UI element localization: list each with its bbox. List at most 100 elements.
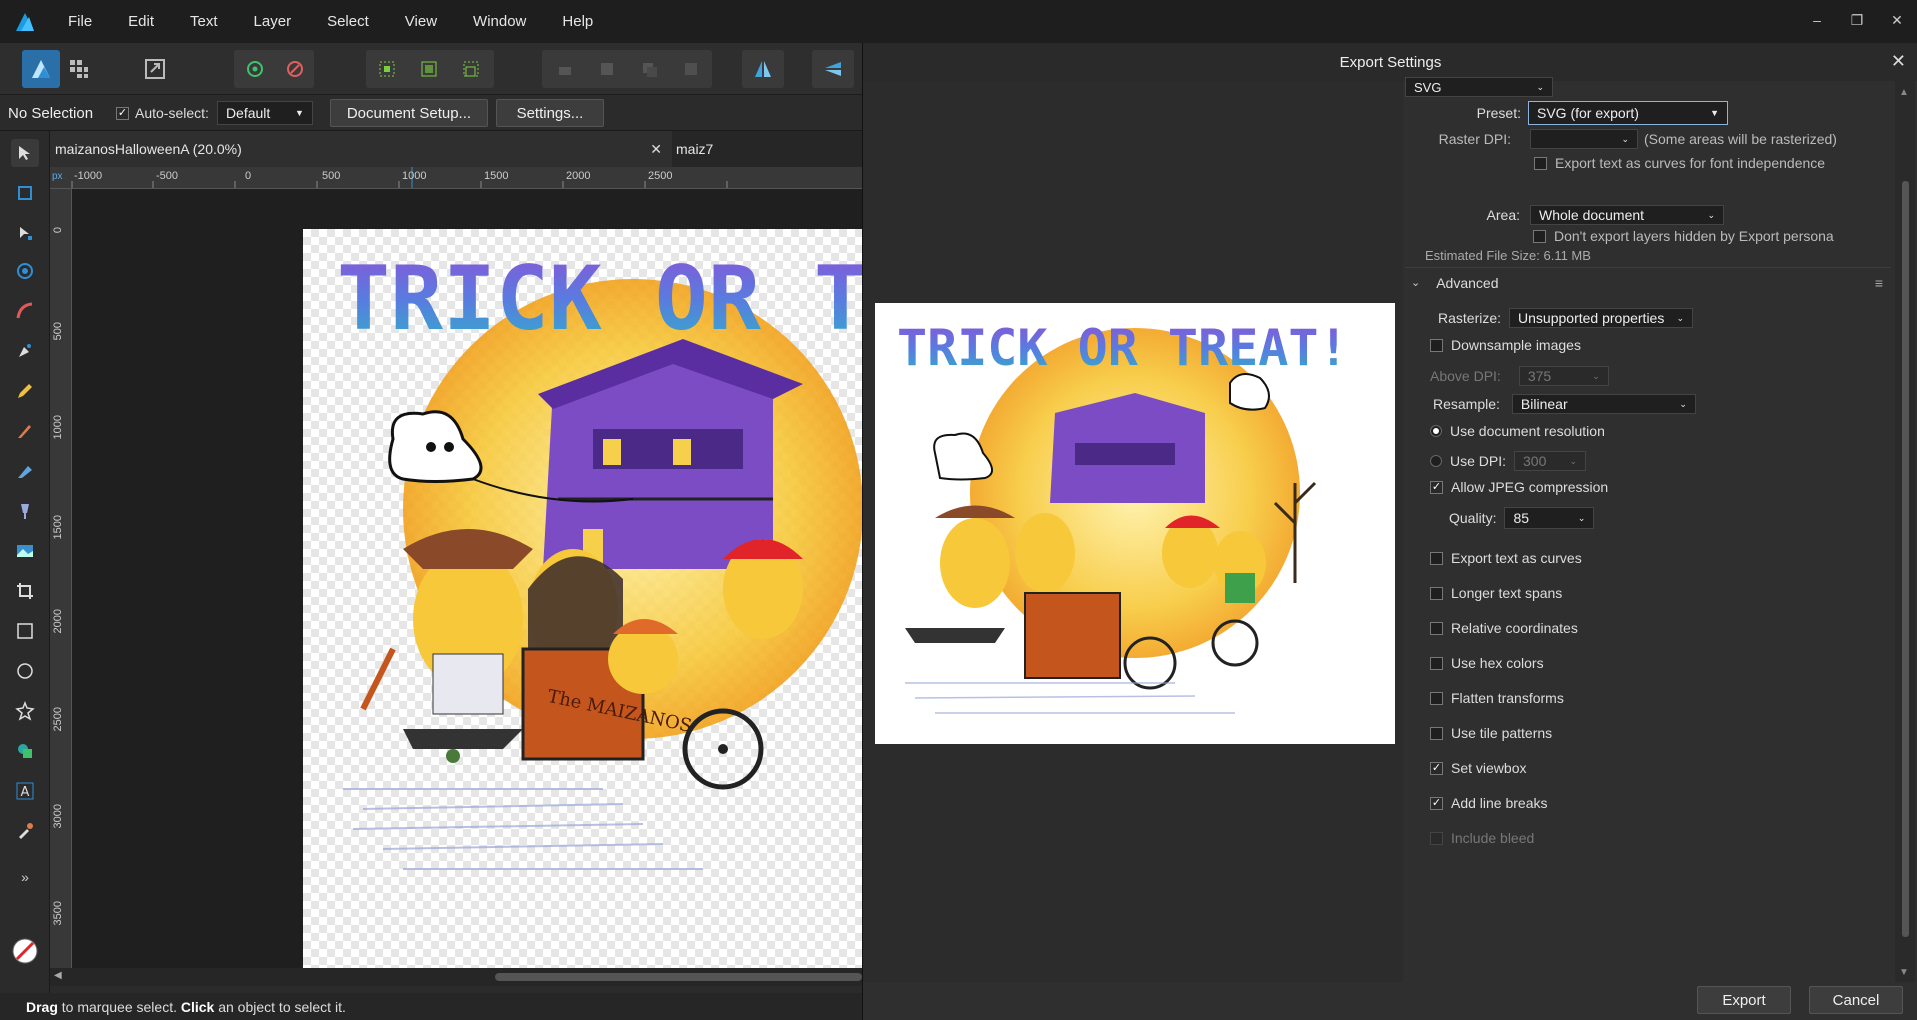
select-intersect-icon[interactable] bbox=[410, 50, 448, 88]
cancel-button[interactable]: Cancel bbox=[1809, 986, 1903, 1014]
area-dropdown[interactable]: Whole document ⌄ bbox=[1530, 205, 1724, 225]
maximize-button[interactable]: ❐ bbox=[1837, 0, 1877, 43]
vertical-ruler[interactable]: 0 500 1000 1500 2000 2500 3000 3500 bbox=[50, 189, 72, 969]
pixel-persona-icon[interactable] bbox=[60, 50, 98, 88]
ruler-h-label: 1000 bbox=[402, 170, 427, 182]
horizontal-scrollbar[interactable]: ◀ bbox=[50, 968, 862, 986]
flip-horizontal-icon[interactable] bbox=[744, 50, 782, 88]
use-dpi-input[interactable]: 300 ⌄ bbox=[1514, 451, 1587, 471]
format-dropdown[interactable]: SVG ⌄ bbox=[1405, 77, 1553, 97]
document-setup-button[interactable]: Document Setup... bbox=[329, 99, 488, 127]
advanced-section-header[interactable]: ⌄ Advanced ≡ bbox=[1405, 267, 1891, 297]
option-checkbox[interactable] bbox=[1430, 726, 1443, 740]
menu-edit[interactable]: Edit bbox=[110, 0, 172, 43]
dont-export-hidden-checkbox[interactable] bbox=[1533, 229, 1546, 243]
option-checkbox[interactable]: ✓ bbox=[1430, 796, 1443, 810]
above-dpi-input[interactable]: 375 ⌄ bbox=[1518, 366, 1609, 386]
menu-help[interactable]: Help bbox=[544, 0, 611, 43]
rasterize-dropdown[interactable]: Unsupported properties ⌄ bbox=[1509, 308, 1694, 328]
scroll-thumb[interactable] bbox=[495, 973, 862, 981]
move-forward-icon[interactable] bbox=[588, 50, 626, 88]
close-window-button[interactable]: ✕ bbox=[1877, 0, 1917, 43]
designer-persona-icon[interactable] bbox=[22, 50, 60, 88]
fill-tool-icon[interactable] bbox=[11, 457, 39, 485]
tab-maizanos-halloween[interactable]: maizanosHalloweenA (20.0%) ✕ bbox=[50, 131, 672, 167]
shape-builder-icon[interactable] bbox=[11, 737, 39, 765]
node-tool-icon[interactable] bbox=[11, 219, 39, 247]
option-label: Use hex colors bbox=[1451, 655, 1544, 671]
option-longer-text-spans: Longer text spans bbox=[1430, 585, 1562, 601]
option-checkbox[interactable]: ✓ bbox=[1430, 761, 1443, 775]
quality-dropdown[interactable]: 85 ⌄ bbox=[1504, 507, 1595, 529]
scroll-left-icon[interactable]: ◀ bbox=[54, 970, 62, 981]
flip-vertical-icon[interactable] bbox=[814, 50, 852, 88]
menu-view[interactable]: View bbox=[387, 0, 455, 43]
tab-close-icon[interactable]: ✕ bbox=[650, 141, 662, 158]
more-tools-icon[interactable]: » bbox=[11, 863, 39, 891]
select-inside-icon[interactable] bbox=[368, 50, 406, 88]
export-persona-icon[interactable] bbox=[136, 50, 174, 88]
option-checkbox[interactable] bbox=[1430, 691, 1443, 705]
menu-text[interactable]: Text bbox=[172, 0, 236, 43]
fill-swatch-icon[interactable] bbox=[11, 937, 39, 965]
crop-tool-icon[interactable] bbox=[11, 577, 39, 605]
scroll-thumb[interactable] bbox=[1902, 181, 1909, 937]
menu-file[interactable]: File bbox=[50, 0, 110, 43]
resample-dropdown[interactable]: Bilinear ⌄ bbox=[1511, 394, 1696, 414]
downsample-checkbox[interactable] bbox=[1430, 338, 1443, 352]
use-dpi-radio[interactable] bbox=[1430, 455, 1442, 467]
settings-button[interactable]: Settings... bbox=[495, 99, 604, 127]
area-row: Area: Whole document ⌄ bbox=[1405, 205, 1724, 225]
pencil-tool-icon[interactable] bbox=[11, 377, 39, 405]
option-checkbox[interactable] bbox=[1430, 831, 1443, 845]
autoselect-dropdown[interactable]: Default ▼ bbox=[216, 101, 313, 125]
option-checkbox[interactable] bbox=[1430, 621, 1443, 635]
export-text-curves-font-checkbox[interactable] bbox=[1534, 156, 1547, 170]
autoselect-checkbox[interactable]: ✓ bbox=[116, 106, 129, 120]
menu-layer[interactable]: Layer bbox=[236, 0, 310, 43]
contour-tool-icon[interactable] bbox=[11, 257, 39, 285]
chevron-down-icon: ⌄ bbox=[1592, 370, 1600, 381]
vector-brush-icon[interactable] bbox=[11, 417, 39, 445]
transparency-tool-icon[interactable] bbox=[11, 497, 39, 525]
artboard[interactable]: TRICK OR TREAT! bbox=[303, 229, 862, 968]
document-canvas[interactable]: TRICK OR TREAT! bbox=[72, 189, 862, 968]
ellipse-tool-icon[interactable] bbox=[11, 657, 39, 685]
color-picker-icon[interactable] bbox=[11, 817, 39, 845]
tab-maiz7[interactable]: maiz7 bbox=[672, 131, 862, 167]
option-checkbox[interactable] bbox=[1430, 656, 1443, 670]
rectangle-tool-icon[interactable] bbox=[11, 617, 39, 645]
move-tool-icon[interactable] bbox=[11, 139, 39, 167]
snapping-icon[interactable] bbox=[236, 50, 274, 88]
raster-dpi-input[interactable]: ⌄ bbox=[1530, 129, 1638, 149]
pen-tool-icon[interactable] bbox=[11, 337, 39, 365]
horizontal-ruler[interactable]: px -1000 -500 0 500 1000 1500 2000 2500 bbox=[50, 167, 862, 189]
shape-tool-icon[interactable] bbox=[11, 697, 39, 725]
dialog-scrollbar[interactable]: ▲ ▼ bbox=[1895, 81, 1915, 982]
minimize-button[interactable]: – bbox=[1797, 0, 1837, 43]
scroll-down-icon[interactable]: ▼ bbox=[1899, 967, 1909, 978]
use-doc-res-radio[interactable] bbox=[1430, 425, 1442, 437]
preset-dropdown[interactable]: SVG (for export) ▼ bbox=[1528, 101, 1728, 125]
option-checkbox[interactable] bbox=[1430, 551, 1443, 565]
text-tool-icon[interactable]: A bbox=[11, 777, 39, 805]
resample-label: Resample: bbox=[1433, 396, 1500, 412]
move-front-icon[interactable] bbox=[630, 50, 668, 88]
menu-select[interactable]: Select bbox=[309, 0, 387, 43]
app-logo-icon[interactable] bbox=[0, 0, 50, 43]
dialog-close-icon[interactable]: ✕ bbox=[1891, 51, 1906, 72]
option-checkbox[interactable] bbox=[1430, 586, 1443, 600]
scroll-up-icon[interactable]: ▲ bbox=[1899, 87, 1909, 98]
artboard-tool-icon[interactable] bbox=[11, 179, 39, 207]
select-overlap-icon[interactable] bbox=[452, 50, 490, 88]
menu-window[interactable]: Window bbox=[455, 0, 544, 43]
snapping-options-icon[interactable] bbox=[276, 50, 314, 88]
export-button[interactable]: Export bbox=[1697, 986, 1791, 1014]
place-image-icon[interactable] bbox=[11, 537, 39, 565]
move-back-icon[interactable] bbox=[546, 50, 584, 88]
rasterize-value: Unsupported properties bbox=[1518, 310, 1665, 326]
allow-jpeg-checkbox[interactable]: ✓ bbox=[1430, 480, 1443, 494]
move-top-icon[interactable] bbox=[672, 50, 710, 88]
corner-tool-icon[interactable] bbox=[11, 297, 39, 325]
menu-icon[interactable]: ≡ bbox=[1875, 275, 1883, 291]
